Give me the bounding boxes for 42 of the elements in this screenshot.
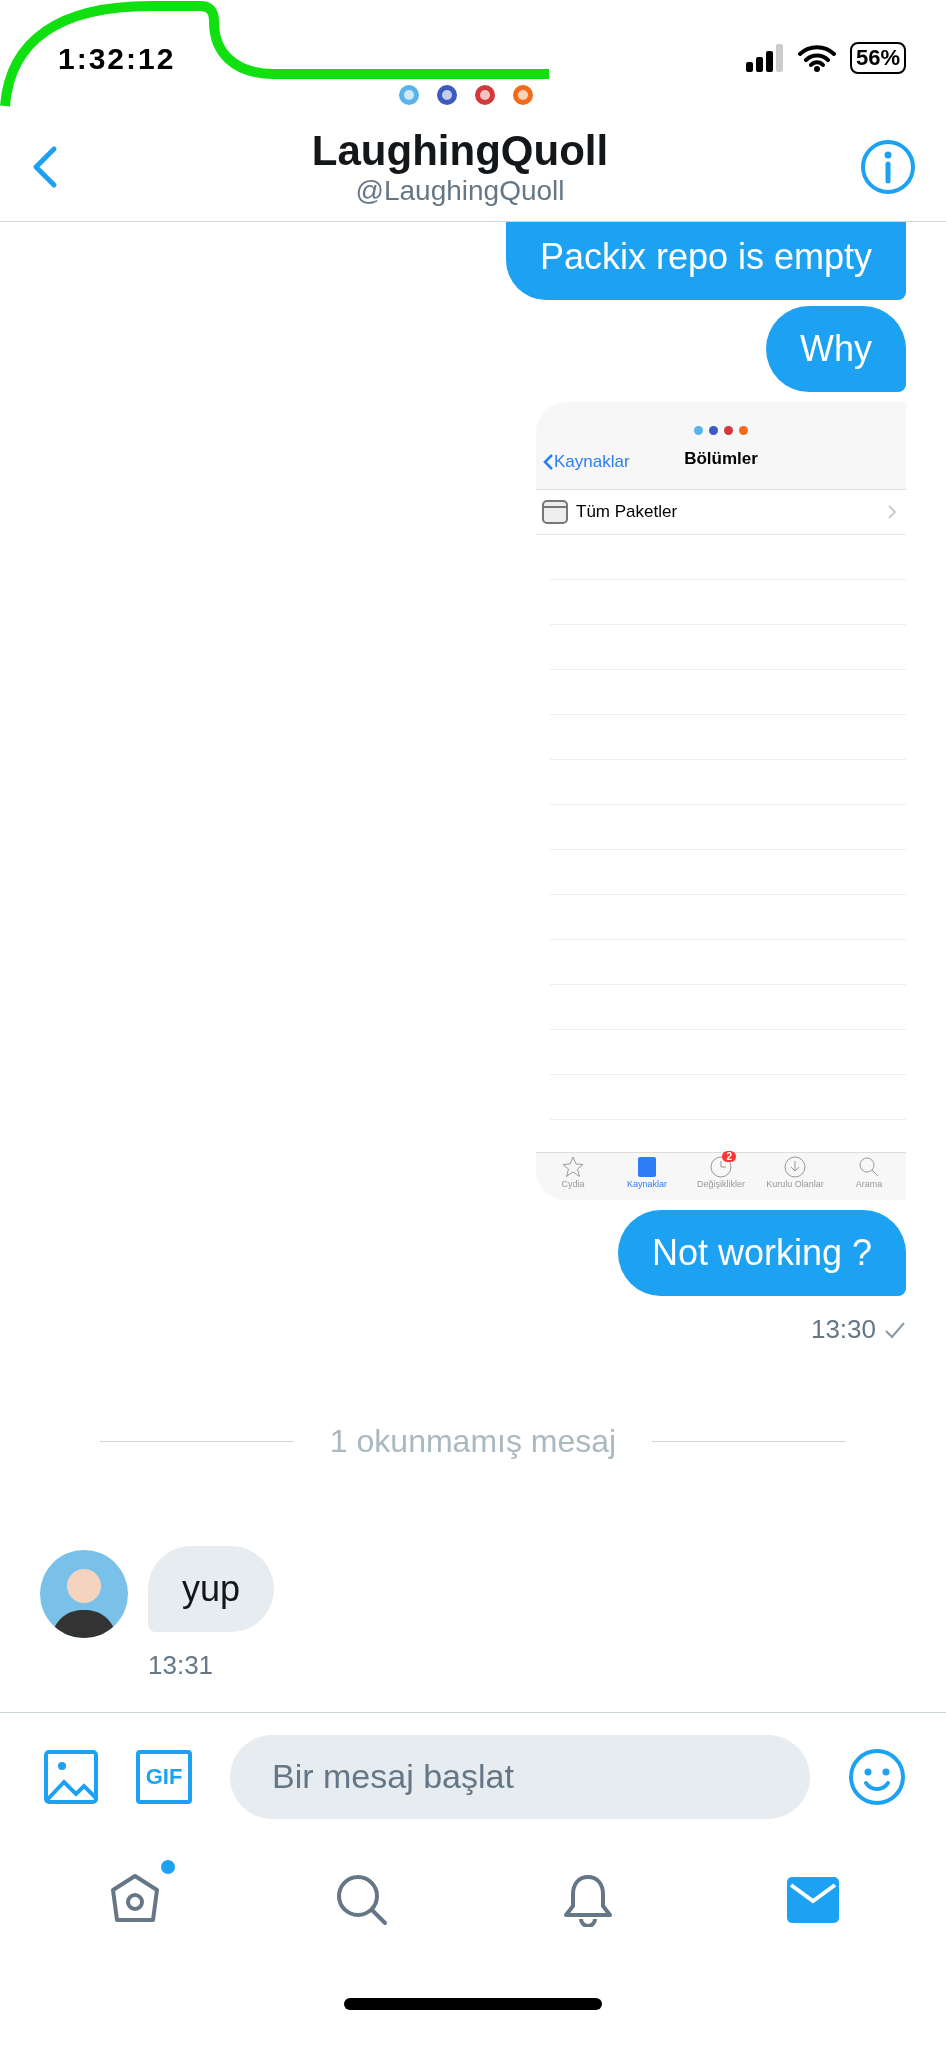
emoji-button[interactable] [848,1747,906,1806]
tab-label[interactable]: Değişiklikler [697,1179,745,1189]
notification-dot [160,1860,175,1874]
battery-level: 56% [849,42,906,74]
chevron-icon [542,453,554,471]
app-icon [512,84,534,106]
search-icon [336,1874,389,1926]
tab-label[interactable]: Cydia [561,1179,585,1189]
message-bubble: Why [766,306,906,392]
image-button[interactable] [44,1749,98,1804]
list-item[interactable]: Tüm Paketler [536,490,906,535]
status-time: 1:32:12 [58,42,176,76]
mail-icon [787,1877,840,1923]
message-time: 13:31 [148,1650,215,1681]
chevron-icon [888,505,896,519]
gif-button[interactable]: GIF [136,1749,192,1804]
unread-divider: 1 okunmamış mesaj [329,1423,617,1460]
contact-handle: @LaughingQuoll [355,174,565,207]
message-bubble: Packix repo is empty [505,222,906,300]
contact-name: LaughingQuoll [311,126,609,175]
app-icon [474,84,496,106]
message-bubble: yup [148,1546,275,1632]
signal-icon [745,44,784,72]
message-bubble: Not working ? [617,1210,906,1296]
check-icon [884,1320,906,1339]
app-icon [398,84,420,106]
wifi-icon [797,44,836,72]
download-icon [783,1155,807,1179]
tab-label[interactable]: Arama [855,1179,883,1189]
tab-label[interactable]: Kaynaklar [627,1179,667,1189]
star-icon [561,1155,585,1179]
info-button[interactable] [860,138,916,195]
message-field[interactable]: Bir mesaj başlat [230,1734,810,1819]
app-icon [436,84,458,106]
search-icon [857,1155,881,1179]
back-link[interactable]: Kaynaklar [542,452,630,472]
screen-title: Bölümler [684,449,758,469]
message-time: 13:30 [810,1314,876,1345]
bell-icon [561,1873,614,1927]
folder-icon [542,500,568,524]
tab-label[interactable]: Kurulu Olanlar [766,1179,824,1189]
count-badge: 2 [722,1151,737,1162]
